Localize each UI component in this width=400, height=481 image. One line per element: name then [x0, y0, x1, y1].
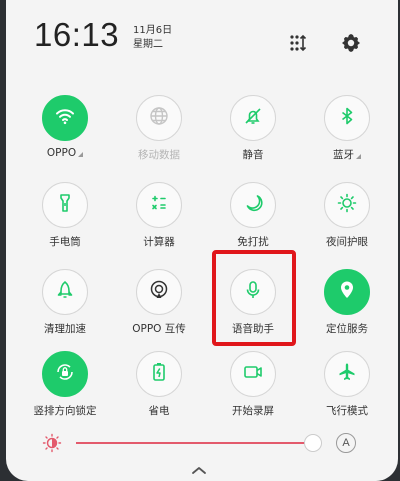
brightness-slider[interactable]: A — [38, 430, 368, 456]
bluetooth-toggle — [324, 95, 370, 141]
location-toggle — [324, 269, 370, 315]
globe-icon — [148, 105, 170, 131]
tile-airplane-mode[interactable]: 飞行模式 — [303, 345, 391, 433]
clock-date: 11月6日 星期二 — [133, 24, 172, 52]
tile-label: 飞行模式 — [326, 405, 368, 417]
tile-bluetooth[interactable]: 蓝牙 — [303, 89, 391, 177]
tile-label: 蓝牙 — [333, 149, 354, 161]
brightness-icon — [42, 433, 62, 453]
tile-calculator[interactable]: 计算器 — [115, 176, 203, 264]
tile-wifi[interactable]: OPPO — [21, 89, 109, 177]
calculator-icon — [148, 192, 170, 218]
screen-record-icon — [242, 361, 264, 387]
clock-time: 16:13 — [34, 16, 120, 53]
brightness-thumb[interactable] — [304, 434, 322, 452]
tile-label: 计算器 — [143, 236, 175, 248]
clean-boost-toggle — [42, 269, 88, 315]
tile-label: 静音 — [242, 149, 264, 161]
tile-screen-record[interactable]: 开始录屏 — [209, 345, 297, 433]
wifi-icon — [54, 105, 76, 131]
date-text: 11月6日 — [133, 25, 173, 36]
tile-power-saving[interactable]: 省电 — [115, 345, 203, 433]
location-icon — [336, 279, 358, 305]
wifi-toggle — [42, 95, 88, 141]
airplane-toggle — [324, 351, 370, 397]
tile-label: 手电筒 — [49, 236, 81, 248]
brightness-track[interactable] — [76, 442, 312, 444]
battery-saver-icon — [148, 361, 170, 387]
expand-arrow-icon — [356, 154, 361, 159]
auto-brightness-button[interactable]: A — [336, 433, 356, 453]
moon-icon — [242, 192, 264, 218]
tile-flashlight[interactable]: 手电筒 — [21, 176, 109, 264]
rotation-lock-icon — [54, 361, 76, 387]
quick-settings-panel: 16:13 11月6日 星期二 OPPO 移动数据 静音 蓝牙 手电筒 计算器 … — [6, 0, 398, 481]
tile-rotation-lock[interactable]: 竖排方向锁定 — [21, 345, 109, 433]
calculator-toggle — [136, 182, 182, 228]
tile-oppo-share[interactable]: OPPO 互传 — [115, 263, 203, 351]
share-icon — [148, 279, 170, 305]
weekday-text: 星期二 — [133, 39, 163, 50]
screen-record-toggle — [230, 351, 276, 397]
tile-label: OPPO 互传 — [132, 323, 186, 335]
tile-label: OPPO — [46, 147, 77, 159]
settings-icon[interactable] — [340, 32, 362, 54]
oppo-share-toggle — [136, 269, 182, 315]
chevron-up-icon[interactable] — [191, 460, 207, 474]
tile-location[interactable]: 定位服务 — [303, 263, 391, 351]
tile-label: 移动数据 — [138, 149, 180, 161]
tile-silent[interactable]: 静音 — [209, 89, 297, 177]
expand-arrow-icon — [78, 152, 84, 157]
bell-mute-icon — [242, 105, 264, 131]
flashlight-icon — [54, 192, 76, 218]
tile-label: 省电 — [148, 405, 170, 417]
eye-care-icon — [336, 192, 358, 218]
rocket-icon — [54, 279, 76, 305]
bluetooth-icon — [336, 105, 358, 131]
tile-mobile-data[interactable]: 移动数据 — [115, 89, 203, 177]
silent-toggle — [230, 95, 276, 141]
tile-label: 清理加速 — [44, 323, 86, 335]
tile-label: 开始录屏 — [232, 405, 274, 417]
tile-label: 竖排方向锁定 — [33, 405, 97, 417]
tile-clean-boost[interactable]: 清理加速 — [21, 263, 109, 351]
tile-label: 定位服务 — [326, 323, 368, 335]
mobile-data-toggle — [136, 95, 182, 141]
flashlight-toggle — [42, 182, 88, 228]
tile-bluetooth-label-wrap: 蓝牙 — [303, 147, 391, 162]
rotation-lock-toggle — [42, 351, 88, 397]
grid-toggle-icon[interactable] — [288, 32, 310, 54]
highlight-box — [212, 250, 296, 346]
tile-wifi-label-wrap: OPPO — [21, 147, 109, 159]
airplane-icon — [336, 361, 358, 387]
tile-night-mode[interactable]: 夜间护眼 — [303, 176, 391, 264]
tile-label: 夜间护眼 — [326, 236, 368, 248]
tile-label: 免打扰 — [237, 236, 269, 248]
power-saving-toggle — [136, 351, 182, 397]
night-mode-toggle — [324, 182, 370, 228]
dnd-toggle — [230, 182, 276, 228]
